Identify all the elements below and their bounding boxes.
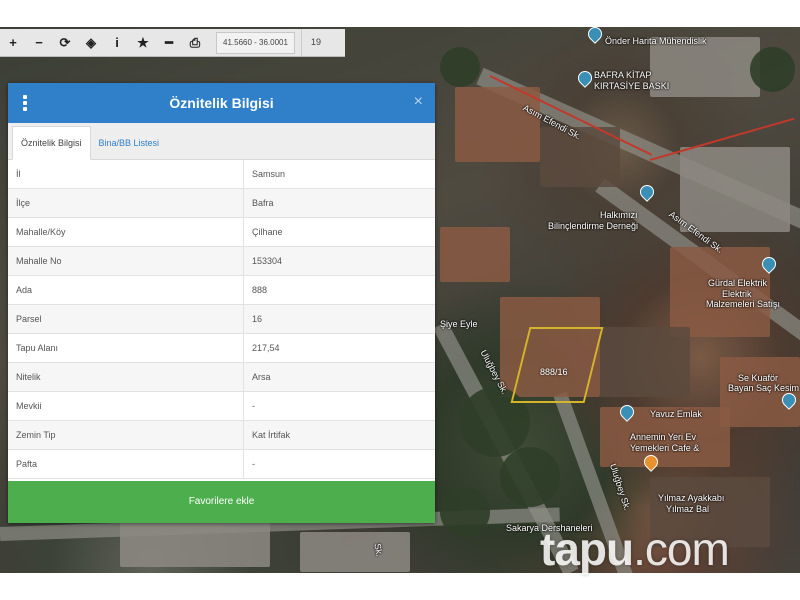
- panel-header: Öznitelik Bilgisi ×: [8, 83, 435, 123]
- attribute-value: Samsun: [243, 160, 435, 189]
- star-icon[interactable]: ★: [130, 29, 156, 56]
- attribute-value: 153304: [243, 246, 435, 276]
- street-label: Uluğbey Sk.: [608, 462, 633, 512]
- map-label: KIRTASİYE BASKI: [594, 81, 670, 91]
- tree: [750, 47, 795, 92]
- map-label: Bilinçlendirme Derneği: [548, 221, 639, 231]
- attribute-value: Bafra: [243, 188, 435, 218]
- attribute-key: Mahalle/Köy: [8, 217, 244, 247]
- attribute-value: 217,54: [243, 333, 435, 363]
- parcel-label: 888/16: [540, 367, 568, 377]
- map-label: Annemin Yeri Ev: [630, 432, 697, 442]
- street-label: Sk.: [372, 542, 385, 558]
- attribute-panel: Öznitelik Bilgisi × Öznitelik Bilgisi Bi…: [8, 83, 435, 523]
- table-row: Mevkii -: [8, 391, 435, 421]
- attribute-value: Kat İrtifak: [243, 420, 435, 450]
- table-row: Pafta -: [8, 449, 435, 479]
- panel-tabs: Öznitelik Bilgisi Bina/BB Listesi: [8, 123, 435, 160]
- attribute-value: Arsa: [243, 362, 435, 392]
- table-row: Ada 888: [8, 275, 435, 305]
- location-pin-icon[interactable]: [585, 27, 605, 44]
- location-pin-icon[interactable]: [637, 182, 657, 202]
- attribute-value: Çilhane: [243, 217, 435, 247]
- attribute-value: -: [243, 391, 435, 421]
- attribute-key: Nitelik: [8, 362, 244, 392]
- map-label: Önder Harita Mühendislik: [605, 36, 707, 46]
- table-row: İl Samsun: [8, 160, 435, 189]
- building: [440, 227, 510, 282]
- map-label: Yılmaz Ayakkabı: [658, 493, 725, 503]
- attribute-key: Parsel: [8, 304, 244, 334]
- building: [600, 327, 690, 397]
- building: [680, 147, 790, 232]
- attribute-value: -: [243, 449, 435, 479]
- locate-icon[interactable]: ◈: [78, 29, 104, 56]
- map-label: Şiye Eyle: [440, 319, 478, 329]
- print-icon[interactable]: ⎙: [182, 29, 208, 56]
- attribute-key: Zemin Tip: [8, 420, 244, 450]
- table-row: Nitelik Arsa: [8, 362, 435, 392]
- map-label: Elektrik: [722, 289, 752, 299]
- coordinate-display: 41.5660 - 36.0001: [216, 31, 295, 54]
- logo-tld: com: [644, 523, 730, 575]
- table-row: Parsel 16: [8, 304, 435, 334]
- map-label: Yavuz Emlak: [650, 409, 702, 419]
- table-row: Mahalle No 153304: [8, 246, 435, 276]
- table-row: Mahalle/Köy Çilhane: [8, 217, 435, 247]
- tree: [440, 47, 480, 87]
- info-icon[interactable]: i: [104, 29, 130, 56]
- tree: [440, 487, 490, 537]
- attribute-table: İl Samsun İlçe Bafra Mahalle/Köy Çilhane Ma…: [8, 160, 435, 479]
- table-row: İlçe Bafra: [8, 188, 435, 218]
- attribute-key: Mahalle No: [8, 246, 244, 276]
- attribute-key: Pafta: [8, 449, 244, 479]
- attribute-key: Ada: [8, 275, 244, 305]
- zoom-in-icon[interactable]: +: [0, 29, 26, 56]
- attribute-key: Mevkii: [8, 391, 244, 421]
- building: [455, 87, 540, 162]
- attribute-value: 888: [243, 275, 435, 305]
- tab-attribute-info[interactable]: Öznitelik Bilgisi: [12, 126, 91, 160]
- measure-icon[interactable]: ━: [156, 29, 182, 56]
- refresh-icon[interactable]: ⟳: [52, 29, 78, 56]
- map-label: Malzemeleri Satışı: [706, 299, 781, 309]
- tree: [500, 447, 560, 507]
- map-label: BAFRA KİTAP: [594, 70, 652, 80]
- attribute-key: Tapu Alanı: [8, 333, 244, 363]
- building: [120, 522, 270, 567]
- building: [670, 247, 770, 337]
- map-label: Gürdal Elektrik: [708, 278, 768, 288]
- tab-building-list[interactable]: Bina/BB Listesi: [91, 127, 168, 159]
- map-label: Yılmaz Bal: [666, 504, 710, 514]
- attribute-value: 16: [243, 304, 435, 334]
- map-label: Halkımızı: [600, 210, 638, 220]
- zoom-level[interactable]: 19: [300, 29, 330, 56]
- building: [300, 532, 410, 572]
- map-label: Yemekleri Cafe &: [630, 443, 700, 453]
- logo-dot: .: [633, 523, 646, 575]
- add-to-favorites-button[interactable]: Favorilere ekle: [8, 481, 435, 523]
- logo-brand: tapu: [540, 523, 634, 575]
- close-icon[interactable]: ×: [414, 93, 423, 111]
- map-toolbar: + − ⟳ ◈ i ★ ━ ⎙ 41.5660 - 36.0001 19: [0, 29, 345, 57]
- tapu-logo: tapu.com: [540, 522, 730, 576]
- attribute-key: İlçe: [8, 188, 244, 218]
- zoom-out-icon[interactable]: −: [26, 29, 52, 56]
- location-pin-icon[interactable]: [575, 68, 595, 88]
- table-row: Zemin Tip Kat İrtifak: [8, 420, 435, 450]
- map-label: Se Kuaför: [738, 373, 779, 383]
- panel-title: Öznitelik Bilgisi: [169, 95, 274, 111]
- table-row: Tapu Alanı 217,54: [8, 333, 435, 363]
- attribute-key: İl: [8, 160, 244, 189]
